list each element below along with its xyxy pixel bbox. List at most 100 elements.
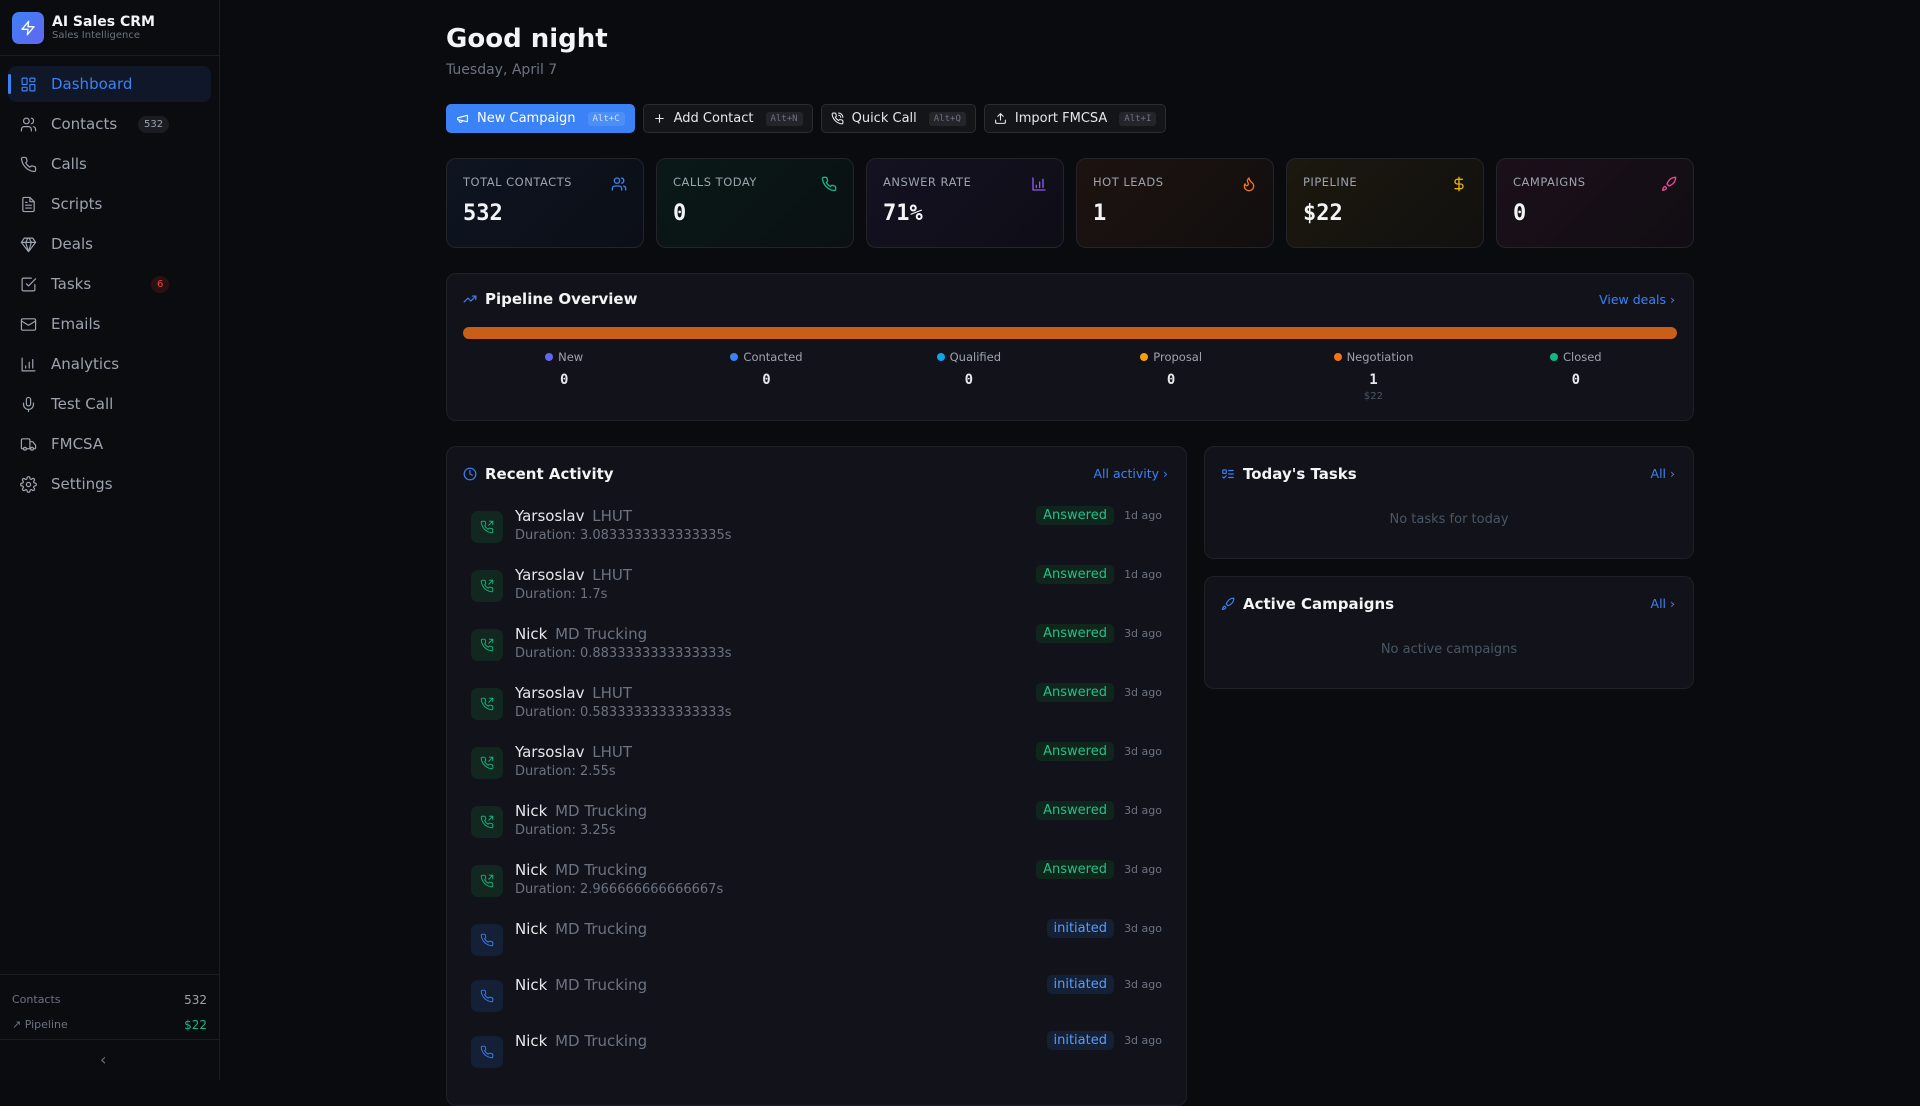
status-badge: Answered [1036,506,1114,525]
summary-contacts-value: 532 [184,992,207,1007]
timestamp: 1d ago [1124,509,1162,522]
app-tagline: Sales Intelligence [52,30,140,41]
bar-chart-icon [21,357,36,371]
phone-outgoing-icon [480,697,494,711]
stat-card-calls-today[interactable]: CALLS TODAY 0 [656,158,854,248]
activity-item[interactable]: Yarsoslav LHUT Duration: 2.55s Answered 3d … [471,742,1162,802]
sidebar-item-settings[interactable]: Settings [8,466,211,502]
stat-value: 0 [673,201,687,226]
contact-name: Yarsoslav [515,566,585,584]
import-fmcsa-button[interactable]: Import FMCSA Alt+I [983,104,1167,133]
clock-icon [463,467,477,481]
stat-card-answer-rate[interactable]: ANSWER RATE 71% [866,158,1064,248]
pipeline-stage-closed[interactable]: Closed 0 [1475,350,1677,402]
activity-item[interactable]: Yarsoslav LHUT Duration: 1.7s Answered 1d a… [471,565,1162,625]
stat-value: 0 [1513,201,1527,226]
sidebar-item-deals[interactable]: Deals [8,226,211,262]
pipeline-stage-negotiation[interactable]: Negotiation 1 $22 [1272,350,1474,402]
add-contact-button[interactable]: Add Contact Alt+N [642,104,813,133]
stage-label: Contacted [743,350,803,364]
sidebar-item-tasks[interactable]: Tasks 6 [8,266,211,302]
sidebar-item-label: Tasks [51,275,92,293]
summary-pipeline-label: Pipeline [24,1018,68,1031]
phone-icon [480,989,494,1003]
contact-name: Yarsoslav [515,507,585,525]
sidebar-item-dashboard[interactable]: Dashboard [8,66,211,102]
stage-count: 0 [559,372,569,388]
all-campaigns-link[interactable]: All › [1651,596,1675,611]
activity-item[interactable]: Nick MD Trucking initiated 3d ago [471,975,1162,1032]
all-activity-link[interactable]: All activity › [1093,466,1168,481]
sidebar-item-analytics[interactable]: Analytics [8,346,211,382]
stage-color-dot [1333,353,1342,361]
status-badge: Answered [1036,683,1114,702]
status-badge: Answered [1036,624,1114,643]
list-todo-icon [1222,469,1234,479]
stat-value: 532 [463,201,503,226]
page-title: Good night [446,24,608,54]
stage-count: 0 [762,372,771,388]
stage-color-dot [1140,353,1149,361]
pipeline-stage-new[interactable]: New 0 [463,350,665,402]
call-icon-badge [471,865,503,897]
sidebar-item-test-call[interactable]: Test Call [8,386,211,422]
sidebar-item-contacts[interactable]: Contacts 532 [8,106,211,142]
shortcut-hint: Alt+I [1119,111,1157,126]
file-text-icon [22,196,35,212]
new-campaign-button[interactable]: New Campaign Alt+C [446,104,635,133]
button-label: Import FMCSA [1014,111,1108,126]
call-icon-badge [471,1036,503,1068]
pipeline-stage-qualified[interactable]: Qualified 0 [868,350,1070,402]
activity-list: Yarsoslav LHUT Duration: 3.08333333333333… [471,506,1162,1088]
phone-icon [821,176,837,192]
stage-count: 0 [964,372,974,388]
pipeline-title: Pipeline Overview [485,290,638,308]
pipeline-stage-contacted[interactable]: Contacted 0 [665,350,867,402]
activity-item[interactable]: Nick MD Trucking initiated 3d ago [471,919,1162,976]
company-name: MD Trucking [555,802,648,820]
todays-tasks-panel: Today's Tasks All › No tasks for today [1204,446,1694,559]
stage-count: 0 [1166,372,1176,388]
sidebar-item-fmcsa[interactable]: FMCSA [8,426,211,462]
activity-item[interactable]: Nick MD Trucking Duration: 3.25s Answered 3… [471,801,1162,861]
stat-value: 71% [883,201,923,226]
all-activity-label: All activity [1093,466,1160,481]
activity-item[interactable]: Nick MD Trucking Duration: 0.883333333333… [471,624,1162,684]
pipeline-stage-proposal[interactable]: Proposal 0 [1070,350,1272,402]
activity-item[interactable]: Yarsoslav LHUT Duration: 3.08333333333333… [471,506,1162,566]
mic-icon [22,396,35,412]
sidebar-item-label: Settings [51,475,113,493]
zap-icon [12,11,44,44]
pipeline-overview-panel: Pipeline Overview View deals › New 0 Conta… [446,273,1694,421]
timestamp: 3d ago [1124,686,1162,699]
sidebar-item-emails[interactable]: Emails [8,306,211,342]
stat-card-pipeline[interactable]: PIPELINE $22 [1286,158,1484,248]
timestamp: 3d ago [1124,978,1162,991]
status-badge: Answered [1036,801,1114,820]
sidebar-item-label: Dashboard [51,75,133,93]
sidebar-item-calls[interactable]: Calls [8,146,211,182]
status-badge: initiated [1046,1031,1114,1050]
call-duration: Duration: 0.5833333333333333s [515,705,732,720]
status-badge: initiated [1046,919,1114,938]
users-icon [611,177,627,191]
call-icon-badge [471,629,503,661]
sidebar-item-label: Calls [51,155,87,173]
collapse-sidebar-button[interactable]: ‹ [100,1050,106,1069]
summary-pipeline-value: $22 [184,1017,207,1032]
activity-item[interactable]: Yarsoslav LHUT Duration: 0.58333333333333… [471,683,1162,743]
trending-up-icon: ↗ [12,1018,25,1031]
view-deals-link[interactable]: View deals › [1599,292,1675,307]
timestamp: 3d ago [1124,627,1162,640]
timestamp: 3d ago [1124,922,1162,935]
stat-label: CAMPAIGNS [1513,175,1586,189]
stat-card-campaigns[interactable]: CAMPAIGNS 0 [1496,158,1694,248]
status-badge: Answered [1036,742,1114,761]
stat-card-total-contacts[interactable]: TOTAL CONTACTS 532 [446,158,644,248]
all-tasks-link[interactable]: All › [1651,466,1675,481]
activity-item[interactable]: Nick MD Trucking Duration: 2.966666666666… [471,860,1162,920]
quick-call-button[interactable]: Quick Call Alt+Q [820,104,976,133]
stat-card-hot-leads[interactable]: HOT LEADS 1 [1076,158,1274,248]
stage-color-dot [545,353,554,361]
sidebar-item-scripts[interactable]: Scripts [8,186,211,222]
